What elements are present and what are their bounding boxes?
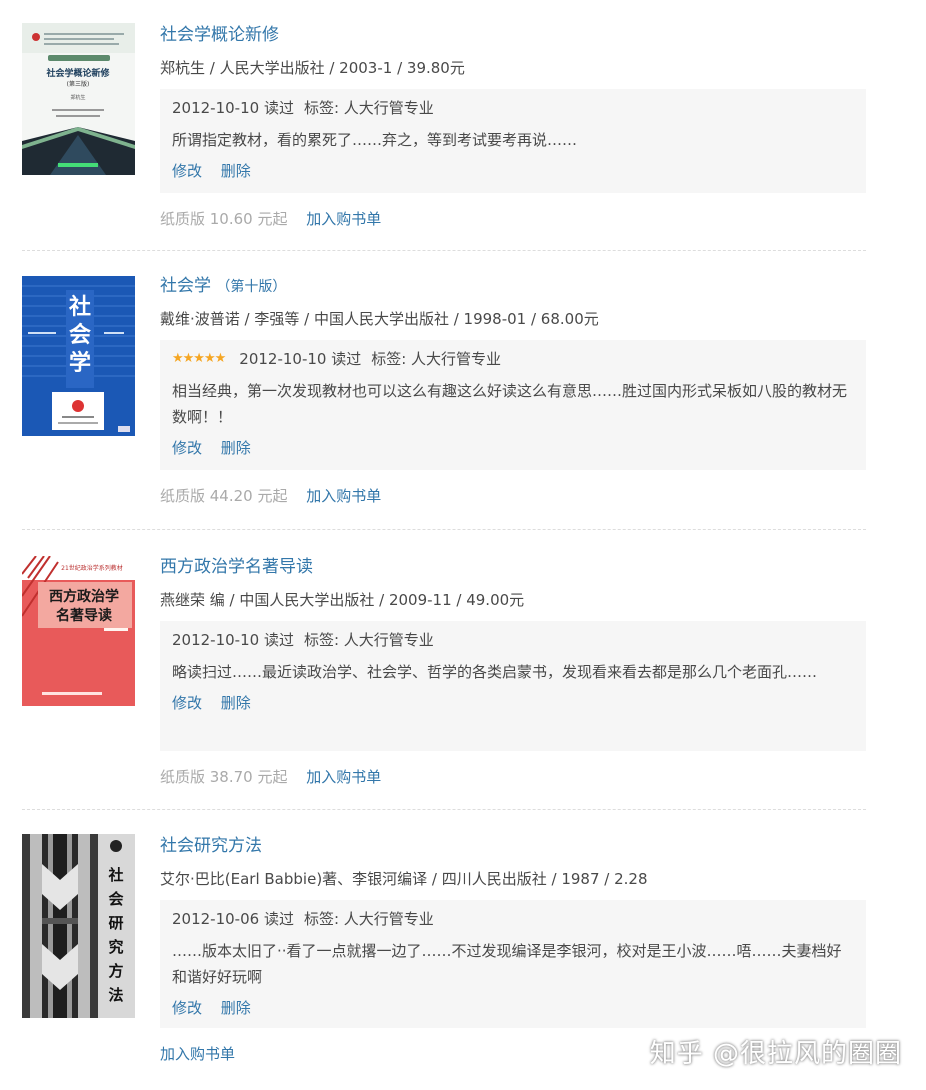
purchase-row: 纸质版 44.20 元起 加入购书单 [160, 484, 866, 508]
record-actions: 修改 删除 [172, 436, 854, 460]
book-list: 社会学概论新修 (第三版) 郑杭生 社会学概论新修 郑杭生 / 人民大学出版社 … [22, 0, 866, 1090]
book-item: 21世纪政治学系列教材 西方政治学 名著导读 西方政治学名著导读 燕继荣 编 /… [22, 530, 866, 810]
svg-text:郑杭生: 郑杭生 [70, 94, 85, 101]
tags-label: 标签: 人大行管专业 [303, 99, 434, 117]
add-to-cart-link[interactable]: 加入购书单 [306, 768, 381, 786]
book-item: 社会学概论新修 (第三版) 郑杭生 社会学概论新修 郑杭生 / 人民大学出版社 … [22, 0, 866, 251]
book-subtitle: （第十版） [216, 279, 287, 295]
reading-record: ★★★★★ 2012-10-10 读过 标签: 人大行管专业 相当经典，第一次发… [160, 340, 866, 470]
purchase-row: 纸质版 10.60 元起 加入购书单 [160, 207, 866, 231]
edit-link[interactable]: 修改 [172, 162, 202, 180]
record-actions: 修改 删除 [172, 159, 854, 183]
svg-text:21世纪政治学系列教材: 21世纪政治学系列教材 [61, 564, 123, 572]
add-to-cart-link[interactable]: 加入购书单 [160, 1045, 235, 1063]
record-actions: 修改 删除 [172, 691, 854, 715]
delete-link[interactable]: 删除 [221, 439, 251, 457]
watermark: 知乎 @很拉风的圈圈 [649, 1039, 902, 1069]
paper-price: 纸质版 10.60 元起 [160, 210, 288, 228]
book-cover[interactable]: 社 会 学 [22, 276, 135, 436]
delete-link[interactable]: 删除 [221, 162, 251, 180]
add-to-cart-link[interactable]: 加入购书单 [306, 487, 381, 505]
book-title: 社会学 [160, 276, 211, 296]
comment-text: ……版本太旧了··看了一点就撂一边了……不过发现编译是李银河，校对是王小波……唔… [172, 942, 842, 986]
read-meta: 2012-10-06 读过 标签: 人大行管专业 [172, 906, 854, 932]
book-title-link[interactable]: 西方政治学名著导读 [160, 555, 866, 579]
read-date: 2012-10-10 读过 [172, 631, 294, 649]
svg-text:研: 研 [108, 914, 123, 932]
book-title-link[interactable]: 社会研究方法 [160, 834, 866, 858]
read-date: 2012-10-10 读过 [239, 350, 362, 368]
svg-text:学: 学 [69, 350, 91, 376]
paper-price: 纸质版 44.20 元起 [160, 487, 288, 505]
book-title-link[interactable]: 社会学 （第十版） [160, 274, 866, 298]
publication-info: 郑杭生 / 人民大学出版社 / 2003-1 / 39.80元 [160, 59, 465, 77]
paper-price: 纸质版 38.70 元起 [160, 768, 288, 786]
delete-link[interactable]: 删除 [221, 694, 251, 712]
tags-label: 标签: 人大行管专业 [371, 350, 502, 368]
svg-text:究: 究 [108, 938, 123, 956]
book-item: 社 会 学 社会学 （第十版） 戴维·波普诺 / 李强等 / 中国人民大学出版社… [22, 251, 866, 530]
comment-text: 略读扫过……最近读政治学、社会学、哲学的各类启蒙书，发现看来看去都是那么几个老面… [172, 663, 818, 681]
comment-text: 相当经典，第一次发现教材也可以这么有趣这么好读这么有意思……胜过国内形式呆板如八… [172, 382, 848, 426]
svg-text:会: 会 [108, 890, 123, 908]
svg-text:法: 法 [108, 986, 123, 1004]
svg-text:(第三版): (第三版) [67, 80, 90, 88]
purchase-row: 纸质版 38.70 元起 加入购书单 [160, 765, 866, 789]
svg-text:社: 社 [69, 294, 91, 320]
svg-text:社会学概论新修: 社会学概论新修 [45, 67, 110, 79]
edit-link[interactable]: 修改 [172, 999, 202, 1017]
book-cover[interactable]: 社会学概论新修 (第三版) 郑杭生 [22, 23, 135, 175]
add-to-cart-link[interactable]: 加入购书单 [306, 210, 381, 228]
read-meta: ★★★★★ 2012-10-10 读过 标签: 人大行管专业 [172, 346, 854, 372]
delete-link[interactable]: 删除 [221, 999, 251, 1017]
reading-record: 2012-10-10 读过 标签: 人大行管专业 所谓指定教材，看的累死了……弃… [160, 89, 866, 193]
read-date: 2012-10-06 读过 [172, 910, 294, 928]
tags-label: 标签: 人大行管专业 [303, 910, 434, 928]
record-actions: 修改 删除 [172, 996, 854, 1020]
edit-link[interactable]: 修改 [172, 439, 202, 457]
rating-stars: ★★★★★ [172, 351, 226, 366]
reading-record: 2012-10-10 读过 标签: 人大行管专业 略读扫过……最近读政治学、社会… [160, 621, 866, 751]
read-meta: 2012-10-10 读过 标签: 人大行管专业 [172, 95, 854, 121]
read-meta: 2012-10-10 读过 标签: 人大行管专业 [172, 627, 854, 653]
book-cover[interactable]: 21世纪政治学系列教材 西方政治学 名著导读 [22, 556, 135, 706]
svg-text:会: 会 [69, 322, 91, 348]
publication-info: 戴维·波普诺 / 李强等 / 中国人民大学出版社 / 1998-01 / 68.… [160, 310, 599, 328]
comment-text: 所谓指定教材，看的累死了……弃之，等到考试要考再说…… [172, 131, 578, 149]
svg-text:名著导读: 名著导读 [56, 607, 112, 624]
tags-label: 标签: 人大行管专业 [303, 631, 434, 649]
edit-link[interactable]: 修改 [172, 694, 202, 712]
svg-text:方: 方 [108, 962, 123, 980]
publication-info: 艾尔·巴比(Earl Babbie)著、李银河编译 / 四川人民出版社 / 19… [160, 870, 648, 888]
svg-text:西方政治学: 西方政治学 [49, 588, 119, 605]
svg-text:社: 社 [107, 866, 123, 884]
read-date: 2012-10-10 读过 [172, 99, 294, 117]
reading-record: 2012-10-06 读过 标签: 人大行管专业 ……版本太旧了··看了一点就撂… [160, 900, 866, 1028]
book-title-link[interactable]: 社会学概论新修 [160, 23, 866, 47]
publication-info: 燕继荣 编 / 中国人民大学出版社 / 2009-11 / 49.00元 [160, 591, 525, 609]
book-cover[interactable]: 社 会 研 究 方 法 [22, 834, 135, 1018]
